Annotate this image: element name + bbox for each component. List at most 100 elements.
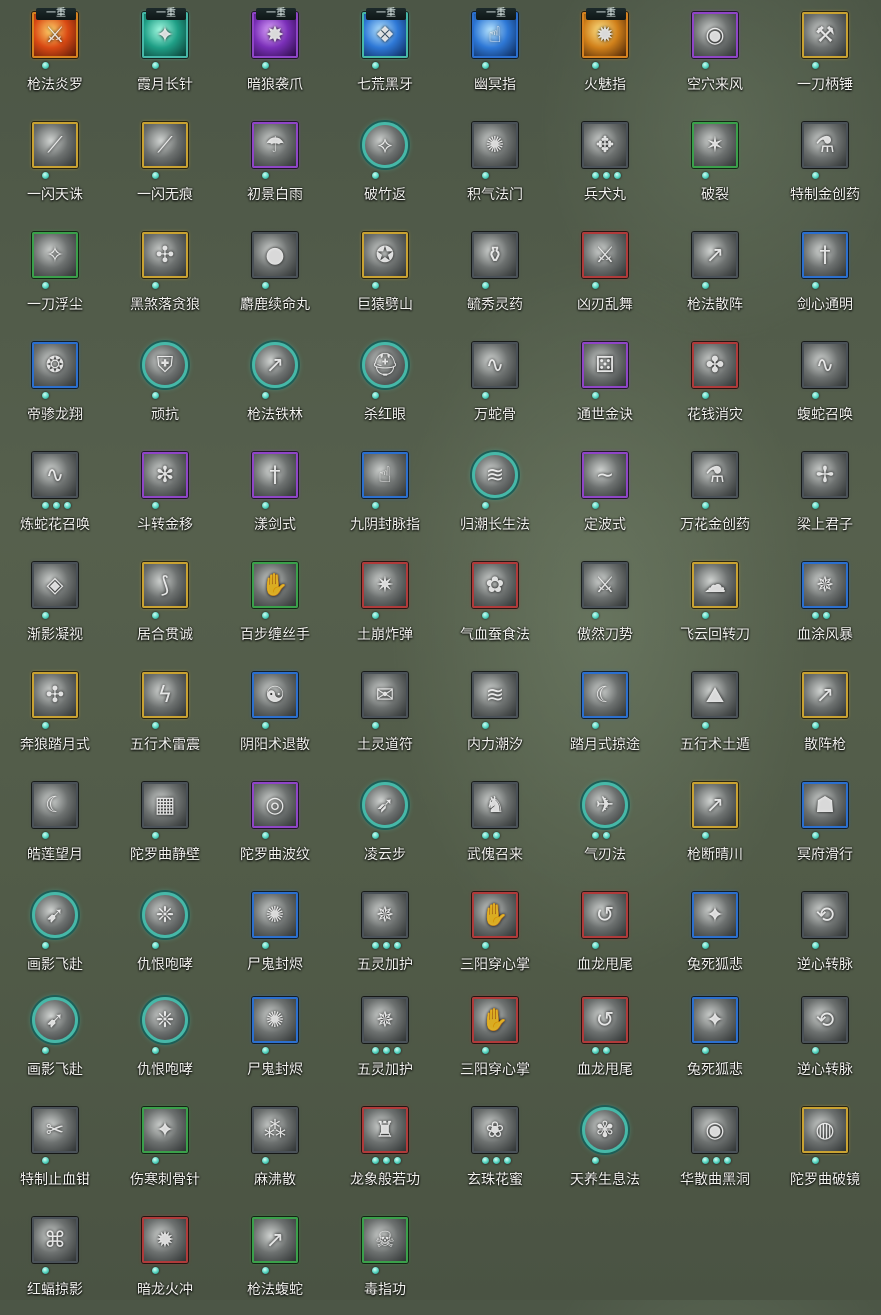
- skill-icon[interactable]: ✤: [692, 342, 738, 388]
- skill-slot[interactable]: ✣ 黑煞落贪狼: [110, 220, 220, 330]
- skill-icon[interactable]: ✵: [362, 997, 408, 1043]
- skill-icon[interactable]: ⚔ 一重: [32, 8, 78, 58]
- skill-icon[interactable]: ✸ 一重: [252, 8, 298, 58]
- skill-icon[interactable]: ➹: [32, 892, 78, 938]
- skill-slot[interactable]: ◉ 华散曲黑洞: [660, 1095, 770, 1205]
- skill-slot[interactable]: ∿ 万蛇骨: [440, 330, 550, 440]
- skill-slot[interactable]: ➹ 画影飞赴: [0, 985, 110, 1095]
- skill-icon[interactable]: ✹: [142, 1217, 188, 1263]
- skill-slot[interactable]: ✾ 天养生息法: [550, 1095, 660, 1205]
- skill-slot[interactable]: ✦ 伤寒刺骨针: [110, 1095, 220, 1205]
- skill-icon[interactable]: ↗: [252, 342, 298, 388]
- skill-slot[interactable]: ⟲ 逆心转脉: [770, 985, 880, 1095]
- skill-icon[interactable]: ✹ 一重: [582, 8, 628, 58]
- skill-icon[interactable]: ▦: [142, 782, 188, 828]
- skill-icon[interactable]: ✻: [142, 452, 188, 498]
- skill-slot[interactable]: ◎ 陀罗曲波纹: [220, 770, 330, 880]
- skill-icon[interactable]: ✂: [32, 1107, 78, 1153]
- skill-slot[interactable]: ⌘ 红蝠掠影: [0, 1205, 110, 1315]
- skill-icon[interactable]: †: [252, 452, 298, 498]
- skill-icon[interactable]: ☁: [692, 562, 738, 608]
- skill-icon[interactable]: ☾: [32, 782, 78, 828]
- skill-slot[interactable]: ☾ 皓莲望月: [0, 770, 110, 880]
- skill-slot[interactable]: ✸ 一重 暗狼袭爪: [220, 0, 330, 110]
- skill-icon[interactable]: ↗: [692, 232, 738, 278]
- skill-icon[interactable]: ❀: [472, 1107, 518, 1153]
- skill-icon[interactable]: ⟲: [802, 892, 848, 938]
- skill-icon[interactable]: ⟋: [142, 122, 188, 168]
- skill-slot[interactable]: ✶ 破裂: [660, 110, 770, 220]
- skill-icon[interactable]: ♞: [472, 782, 518, 828]
- skill-slot[interactable]: ✦ 兔死狐悲: [660, 880, 770, 990]
- skill-icon[interactable]: ⟋: [32, 122, 78, 168]
- skill-slot[interactable]: ⚗ 万花金创药: [660, 440, 770, 550]
- skill-icon[interactable]: ∿: [802, 342, 848, 388]
- skill-slot[interactable]: ☠ 毒指功: [330, 1205, 440, 1315]
- skill-icon[interactable]: ❂: [32, 342, 78, 388]
- skill-icon[interactable]: ∿: [32, 452, 78, 498]
- skill-icon[interactable]: ☗: [802, 782, 848, 828]
- skill-slot[interactable]: ✦ 兔死狐悲: [660, 985, 770, 1095]
- skill-slot[interactable]: ⛨ 顽抗: [110, 330, 220, 440]
- skill-icon[interactable]: ✋: [472, 997, 518, 1043]
- skill-slot[interactable]: ✺ 尸鬼封烬: [220, 880, 330, 990]
- skill-slot[interactable]: † 漾剑式: [220, 440, 330, 550]
- skill-icon[interactable]: ✾: [582, 1107, 628, 1153]
- skill-icon[interactable]: ✪: [362, 232, 408, 278]
- skill-icon[interactable]: ●: [252, 232, 298, 278]
- skill-icon[interactable]: ⁂: [252, 1107, 298, 1153]
- skill-slot[interactable]: ✵ 五灵加护: [330, 985, 440, 1095]
- skill-slot[interactable]: ✻ 斗转金移: [110, 440, 220, 550]
- skill-icon[interactable]: ✦: [142, 1107, 188, 1153]
- skill-slot[interactable]: ⟆ 居合贯诚: [110, 550, 220, 660]
- skill-slot[interactable]: ↗ 枪法蝮蛇: [220, 1205, 330, 1315]
- skill-icon[interactable]: ≋: [472, 452, 518, 498]
- skill-slot[interactable]: ⟋ 一闪天诛: [0, 110, 110, 220]
- skill-icon[interactable]: ✷: [362, 562, 408, 608]
- skill-slot[interactable]: ✺ 尸鬼封烬: [220, 985, 330, 1095]
- skill-icon[interactable]: ☝: [362, 452, 408, 498]
- skill-slot[interactable]: ⚔ 傲然刀势: [550, 550, 660, 660]
- skill-slot[interactable]: ◍ 陀罗曲破镜: [770, 1095, 880, 1205]
- skill-slot[interactable]: ➶ 凌云步: [330, 770, 440, 880]
- skill-slot[interactable]: ⁂ 麻沸散: [220, 1095, 330, 1205]
- skill-icon[interactable]: ⛨: [142, 342, 188, 388]
- skill-slot[interactable]: ↺ 血龙甩尾: [550, 985, 660, 1095]
- skill-slot[interactable]: ☝ 一重 幽冥指: [440, 0, 550, 110]
- skill-icon[interactable]: ⟲: [802, 997, 848, 1043]
- skill-icon[interactable]: ✦: [692, 892, 738, 938]
- skill-slot[interactable]: † 剑心通明: [770, 220, 880, 330]
- skill-icon[interactable]: ➹: [32, 997, 78, 1043]
- skill-slot[interactable]: ✧ 一刀浮尘: [0, 220, 110, 330]
- skill-icon[interactable]: ◉: [692, 12, 738, 58]
- skill-slot[interactable]: ☝ 九阴封脉指: [330, 440, 440, 550]
- skill-icon[interactable]: ↗: [692, 782, 738, 828]
- skill-icon[interactable]: ✵: [802, 562, 848, 608]
- skill-slot[interactable]: ≋ 归潮长生法: [440, 440, 550, 550]
- skill-slot[interactable]: ✷ 土崩炸弹: [330, 550, 440, 660]
- skill-icon[interactable]: ⚔: [582, 232, 628, 278]
- skill-icon[interactable]: ◎: [252, 782, 298, 828]
- skill-icon[interactable]: ◍: [802, 1107, 848, 1153]
- skill-slot[interactable]: ✪ 巨猿劈山: [330, 220, 440, 330]
- skill-icon[interactable]: ☯: [252, 672, 298, 718]
- skill-slot[interactable]: ➹ 画影飞赴: [0, 880, 110, 990]
- skill-slot[interactable]: ↺ 血龙甩尾: [550, 880, 660, 990]
- skill-icon[interactable]: ☝ 一重: [472, 8, 518, 58]
- skill-icon[interactable]: ⚄: [582, 342, 628, 388]
- skill-slot[interactable]: ⚔ 凶刃乱舞: [550, 220, 660, 330]
- skill-icon[interactable]: ◉: [692, 1107, 738, 1153]
- skill-icon[interactable]: ✺: [252, 892, 298, 938]
- skill-slot[interactable]: ∿ 炼蛇花召唤: [0, 440, 110, 550]
- skill-slot[interactable]: ❂ 帝骖龙翔: [0, 330, 110, 440]
- skill-icon[interactable]: ⌘: [32, 1217, 78, 1263]
- skill-icon[interactable]: ↗: [252, 1217, 298, 1263]
- skill-slot[interactable]: ≋ 内力潮汐: [440, 660, 550, 770]
- skill-slot[interactable]: ● 麝鹿续命丸: [220, 220, 330, 330]
- skill-slot[interactable]: ⟋ 一闪无痕: [110, 110, 220, 220]
- skill-slot[interactable]: ⚱ 毓秀灵药: [440, 220, 550, 330]
- skill-slot[interactable]: ✿ 气血蚕食法: [440, 550, 550, 660]
- skill-slot[interactable]: ✋ 三阳穿心掌: [440, 880, 550, 990]
- skill-icon[interactable]: †: [802, 232, 848, 278]
- skill-icon[interactable]: ∿: [472, 342, 518, 388]
